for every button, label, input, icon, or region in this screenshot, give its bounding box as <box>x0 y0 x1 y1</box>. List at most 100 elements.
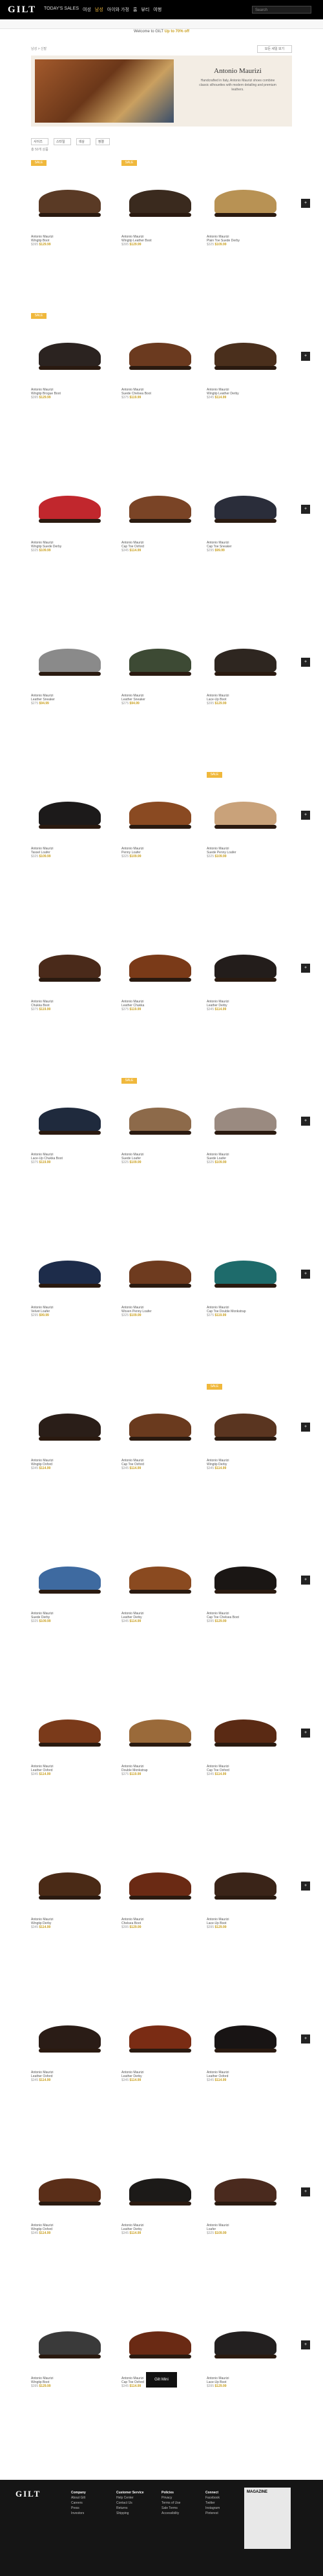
footer-link[interactable]: Press <box>71 2506 86 2511</box>
product-card[interactable]: Antonio Maurizi Wingtip Derby $345 $114.99 <box>31 1852 109 1929</box>
quick-add-icon[interactable]: + <box>301 964 310 973</box>
footer-link[interactable]: Accessibility <box>162 2511 180 2516</box>
product-image[interactable] <box>31 934 109 999</box>
product-card[interactable]: Antonio Maurizi Double Monkstrap $375 $119… <box>121 1699 199 1776</box>
product-card[interactable]: Antonio Maurizi Suede Penny Loafer $325 $1… <box>207 781 284 858</box>
product-image[interactable] <box>207 1393 284 1457</box>
product-card[interactable]: Antonio Maurizi Wingtip Oxford $345 $114.9… <box>31 2158 109 2235</box>
footer-link[interactable]: Shipping <box>116 2511 144 2516</box>
product-card[interactable]: Antonio MauriziLeather Derby$345 $114.99 <box>121 2158 199 2235</box>
product-image[interactable] <box>121 2158 199 2222</box>
footer-logo[interactable]: GILT <box>16 2489 41 2499</box>
quick-add-icon[interactable]: + <box>301 811 310 820</box>
product-card[interactable]: Antonio Maurizi Wingtip Brogue Boot $395 $… <box>31 322 109 400</box>
product-image[interactable] <box>121 1852 199 1916</box>
product-card[interactable]: Antonio Maurizi Suede Derby $325 $109.99 <box>31 1546 109 1623</box>
product-image[interactable] <box>121 1087 199 1151</box>
product-card[interactable]: Antonio Maurizi Lace-Up Boot $395 $129.99 <box>207 628 284 705</box>
back-to-sales-button[interactable]: 모든 세일 보기 <box>257 45 292 53</box>
product-image[interactable] <box>207 2005 284 2069</box>
quick-add-icon[interactable]: + <box>301 1270 310 1279</box>
product-image[interactable] <box>31 169 109 234</box>
product-image[interactable] <box>121 1699 199 1763</box>
product-image[interactable] <box>121 475 199 540</box>
product-card[interactable]: Antonio Maurizi Leather Oxford $345 $114.9… <box>31 2005 109 2082</box>
quick-add-icon[interactable]: + <box>301 1117 310 1126</box>
product-image[interactable] <box>31 1240 109 1304</box>
product-card[interactable]: Antonio Maurizi Cap Toe Oxford $345 $114.9… <box>207 1699 284 1776</box>
nav-item[interactable]: 아이와 가정 <box>107 6 129 13</box>
product-card[interactable]: Antonio Maurizi Chukka Boot $375 $119.99 <box>31 934 109 1011</box>
quick-add-icon[interactable]: + <box>301 1881 310 1891</box>
product-image[interactable] <box>121 934 199 999</box>
product-card[interactable]: Antonio Maurizi Wingtip Leather Derby $345… <box>207 322 284 400</box>
product-image[interactable] <box>121 322 199 387</box>
footer-link[interactable]: Privacy <box>162 2495 180 2500</box>
product-image[interactable] <box>121 169 199 234</box>
product-card[interactable]: Antonio Maurizi Cap Toe Sneaker $295 $99.9… <box>207 475 284 553</box>
footer-link[interactable]: Careers <box>71 2500 86 2506</box>
gilt-mini-popup[interactable]: Gilt Mini <box>146 2372 177 2388</box>
product-card[interactable]: Antonio Maurizi Cap Toe Chelsea Boot $395 … <box>207 1546 284 1623</box>
product-image[interactable] <box>31 322 109 387</box>
filter-dropdown[interactable]: 정렬 <box>95 138 110 145</box>
footer-link[interactable]: Returns <box>116 2506 144 2511</box>
product-image[interactable] <box>31 1087 109 1151</box>
product-image[interactable] <box>31 2005 109 2069</box>
nav-item[interactable]: 홈 <box>133 6 137 13</box>
magazine-ad[interactable]: MAGAZINE <box>244 2488 291 2549</box>
nav-item[interactable]: 여행 <box>153 6 162 13</box>
product-card[interactable]: Antonio Maurizi Wingtip Leather Boot $395 … <box>121 169 199 247</box>
product-image[interactable] <box>31 1852 109 1916</box>
quick-add-icon[interactable]: + <box>301 1576 310 1585</box>
quick-add-icon[interactable]: + <box>301 352 310 361</box>
footer-link[interactable]: About Gilt <box>71 2495 86 2500</box>
product-image[interactable] <box>31 2158 109 2222</box>
product-image[interactable] <box>207 1699 284 1763</box>
breadcrumb[interactable]: 남성 > 신발 <box>31 46 47 51</box>
product-image[interactable] <box>121 1393 199 1457</box>
footer-link[interactable]: Contact Us <box>116 2500 144 2506</box>
footer-link[interactable]: Help Center <box>116 2495 144 2500</box>
product-card[interactable]: Antonio MauriziLeather Derby$345 $114.99 <box>121 1546 199 1623</box>
product-card[interactable]: Antonio Maurizi Leather Oxford $345 $114.9… <box>31 1699 109 1776</box>
product-image[interactable] <box>31 1546 109 1610</box>
product-card[interactable]: Antonio MauriziLeather Derby$345 $114.99 <box>121 2005 199 2082</box>
quick-add-icon[interactable]: + <box>301 2340 310 2349</box>
product-image[interactable] <box>207 628 284 693</box>
product-card[interactable]: Antonio Maurizi Wingtip Suede Derby $325 $… <box>31 475 109 553</box>
product-image[interactable] <box>207 781 284 846</box>
quick-add-icon[interactable]: + <box>301 2034 310 2044</box>
product-image[interactable] <box>207 1546 284 1610</box>
footer-link[interactable]: Twitter <box>205 2500 220 2506</box>
product-card[interactable]: Antonio Maurizi Loafer $325 $109.99 <box>207 2158 284 2235</box>
product-card[interactable]: Antonio Maurizi Cap Toe Oxford $345 $114.9… <box>121 475 199 553</box>
product-image[interactable] <box>207 322 284 387</box>
footer-link[interactable]: Terms of Use <box>162 2500 180 2506</box>
product-card[interactable]: Antonio Maurizi Lace-Up Boot $395 $129.99 <box>207 2311 284 2388</box>
product-card[interactable]: Antonio Maurizi Woven Penny Loafer $325 $1… <box>121 1240 199 1317</box>
nav-item[interactable]: TODAY'S SALES <box>44 6 79 13</box>
product-image[interactable] <box>207 1240 284 1304</box>
product-card[interactable]: Antonio Maurizi Wingtip Boot $395 $129.99 <box>31 2311 109 2388</box>
product-card[interactable]: Antonio Maurizi Leather Oxford $345 $114.9… <box>207 2005 284 2082</box>
product-card[interactable]: Antonio MauriziLeather Derby$345 $114.99 <box>207 934 284 1011</box>
product-card[interactable]: Antonio Maurizi Suede Chelsea Boot $375 $1… <box>121 322 199 400</box>
product-card[interactable]: Antonio Maurizi Leather Sneaker $275 $94.9… <box>121 628 199 705</box>
product-card[interactable]: Antonio Maurizi Penny Loafer $325 $109.99 <box>121 781 199 858</box>
product-image[interactable] <box>31 1393 109 1457</box>
quick-add-icon[interactable]: + <box>301 1423 310 1432</box>
product-card[interactable]: Antonio Maurizi Suede Loafer $325 $109.99 <box>121 1087 199 1164</box>
quick-add-icon[interactable]: + <box>301 505 310 514</box>
footer-link[interactable]: Sale Terms <box>162 2506 180 2511</box>
product-image[interactable] <box>121 2311 199 2375</box>
product-card[interactable]: Antonio Maurizi Tassel Loafer $325 $109.99 <box>31 781 109 858</box>
nav-item[interactable]: 여성 <box>83 6 91 13</box>
footer-link[interactable]: Pinterest <box>205 2511 220 2516</box>
product-image[interactable] <box>31 475 109 540</box>
filter-dropdown[interactable]: 색상 <box>76 138 90 145</box>
product-image[interactable] <box>207 2311 284 2375</box>
product-image[interactable] <box>31 781 109 846</box>
product-card[interactable]: Antonio Maurizi Velvet Loafer $295 $99.99 <box>31 1240 109 1317</box>
footer-link[interactable]: Investors <box>71 2511 86 2516</box>
